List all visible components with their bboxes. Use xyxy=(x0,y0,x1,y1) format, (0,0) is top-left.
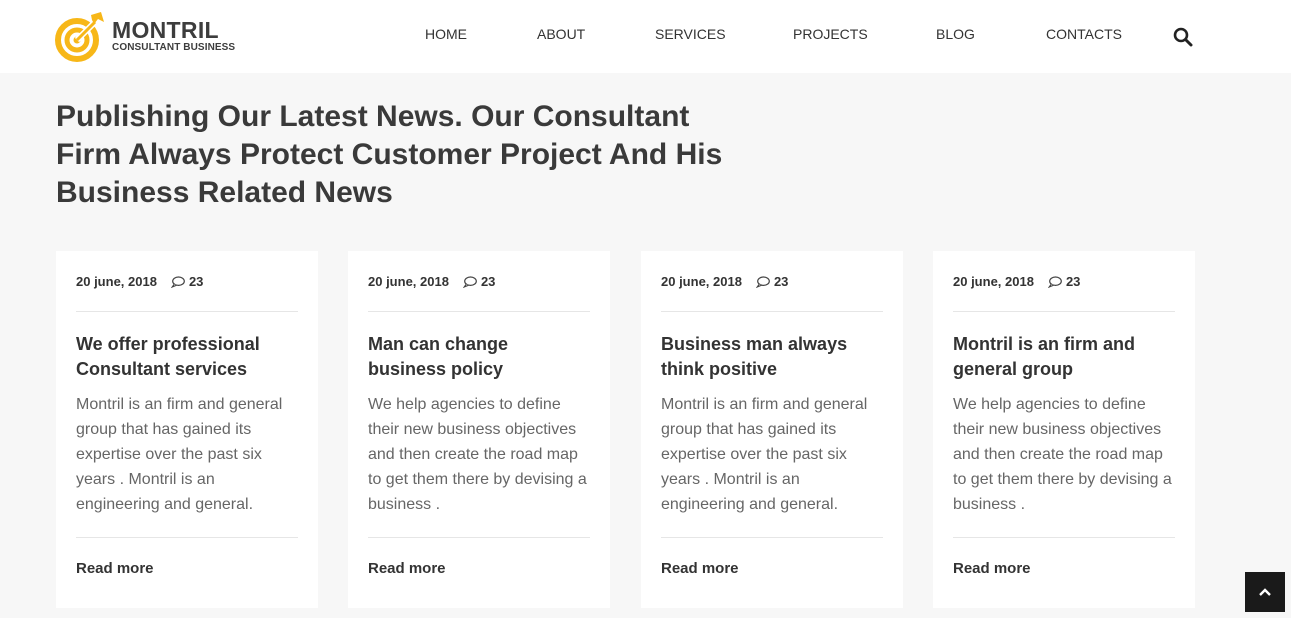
comment-count[interactable]: 23 xyxy=(189,274,203,289)
page-title: Publishing Our Latest News. Our Consulta… xyxy=(56,100,723,209)
read-more-link[interactable]: Read more xyxy=(953,560,1031,577)
nav-about[interactable]: ABOUT xyxy=(537,26,585,42)
comment-icon xyxy=(755,275,770,288)
divider xyxy=(661,537,883,538)
post-meta: 20 june, 2018 23 xyxy=(368,274,495,289)
search-icon[interactable] xyxy=(1173,27,1193,47)
divider xyxy=(953,311,1175,312)
divider xyxy=(953,537,1175,538)
post-date: 20 june, 2018 xyxy=(368,274,449,289)
post-date: 20 june, 2018 xyxy=(76,274,157,289)
post-excerpt: We help agencies to define their new bus… xyxy=(368,396,587,513)
comment-icon xyxy=(462,275,477,288)
post-excerpt: Montril is an firm and general group tha… xyxy=(76,396,283,513)
post-date: 20 june, 2018 xyxy=(661,274,742,289)
nav-blog[interactable]: BLOG xyxy=(936,26,975,42)
comment-icon xyxy=(1047,275,1062,288)
divider xyxy=(76,537,298,538)
logo-tagline: CONSULTANT BUSINESS xyxy=(112,42,236,53)
scroll-to-top-button[interactable] xyxy=(1245,572,1285,612)
nav-projects[interactable]: PROJECTS xyxy=(793,26,868,42)
post-title[interactable]: Montril is an firm and general group xyxy=(953,332,1175,382)
nav-services[interactable]: SERVICES xyxy=(655,26,726,42)
read-more-link[interactable]: Read more xyxy=(661,560,739,577)
post-meta: 20 june, 2018 23 xyxy=(76,274,203,289)
comment-count[interactable]: 23 xyxy=(774,274,788,289)
post-meta: 20 june, 2018 23 xyxy=(661,274,788,289)
post-meta: 20 june, 2018 23 xyxy=(953,274,1080,289)
divider xyxy=(76,311,298,312)
news-card: 20 june, 2018 23 We offer professional C… xyxy=(56,251,318,608)
read-more-link[interactable]: Read more xyxy=(76,560,154,577)
logo[interactable]: MONTRIL CONSULTANT BUSINESS xyxy=(55,10,235,62)
post-title[interactable]: Business man always think positive xyxy=(661,332,883,382)
nav-contacts[interactable]: CONTACTS xyxy=(1046,26,1122,42)
chevron-up-icon xyxy=(1259,588,1271,596)
news-card: 20 june, 2018 23 Montril is an firm and … xyxy=(933,251,1195,608)
read-more-link[interactable]: Read more xyxy=(368,560,446,577)
nav-home[interactable]: HOME xyxy=(425,26,467,42)
news-card: 20 june, 2018 23 Man can change business… xyxy=(348,251,610,608)
divider xyxy=(661,311,883,312)
comment-count[interactable]: 23 xyxy=(1066,274,1080,289)
divider xyxy=(368,311,590,312)
comment-count[interactable]: 23 xyxy=(481,274,495,289)
post-excerpt: We help agencies to define their new bus… xyxy=(953,396,1172,513)
post-title[interactable]: We offer professional Consultant service… xyxy=(76,332,298,382)
post-title[interactable]: Man can change business policy xyxy=(368,332,590,382)
divider xyxy=(368,537,590,538)
news-card: 20 june, 2018 23 Business man always thi… xyxy=(641,251,903,608)
site-header: MONTRIL CONSULTANT BUSINESS HOME ABOUT S… xyxy=(0,0,1291,73)
post-excerpt: Montril is an firm and general group tha… xyxy=(661,396,868,513)
comment-icon xyxy=(170,275,185,288)
post-date: 20 june, 2018 xyxy=(953,274,1034,289)
logo-name: MONTRIL xyxy=(112,17,219,43)
target-logo-icon xyxy=(55,12,104,62)
